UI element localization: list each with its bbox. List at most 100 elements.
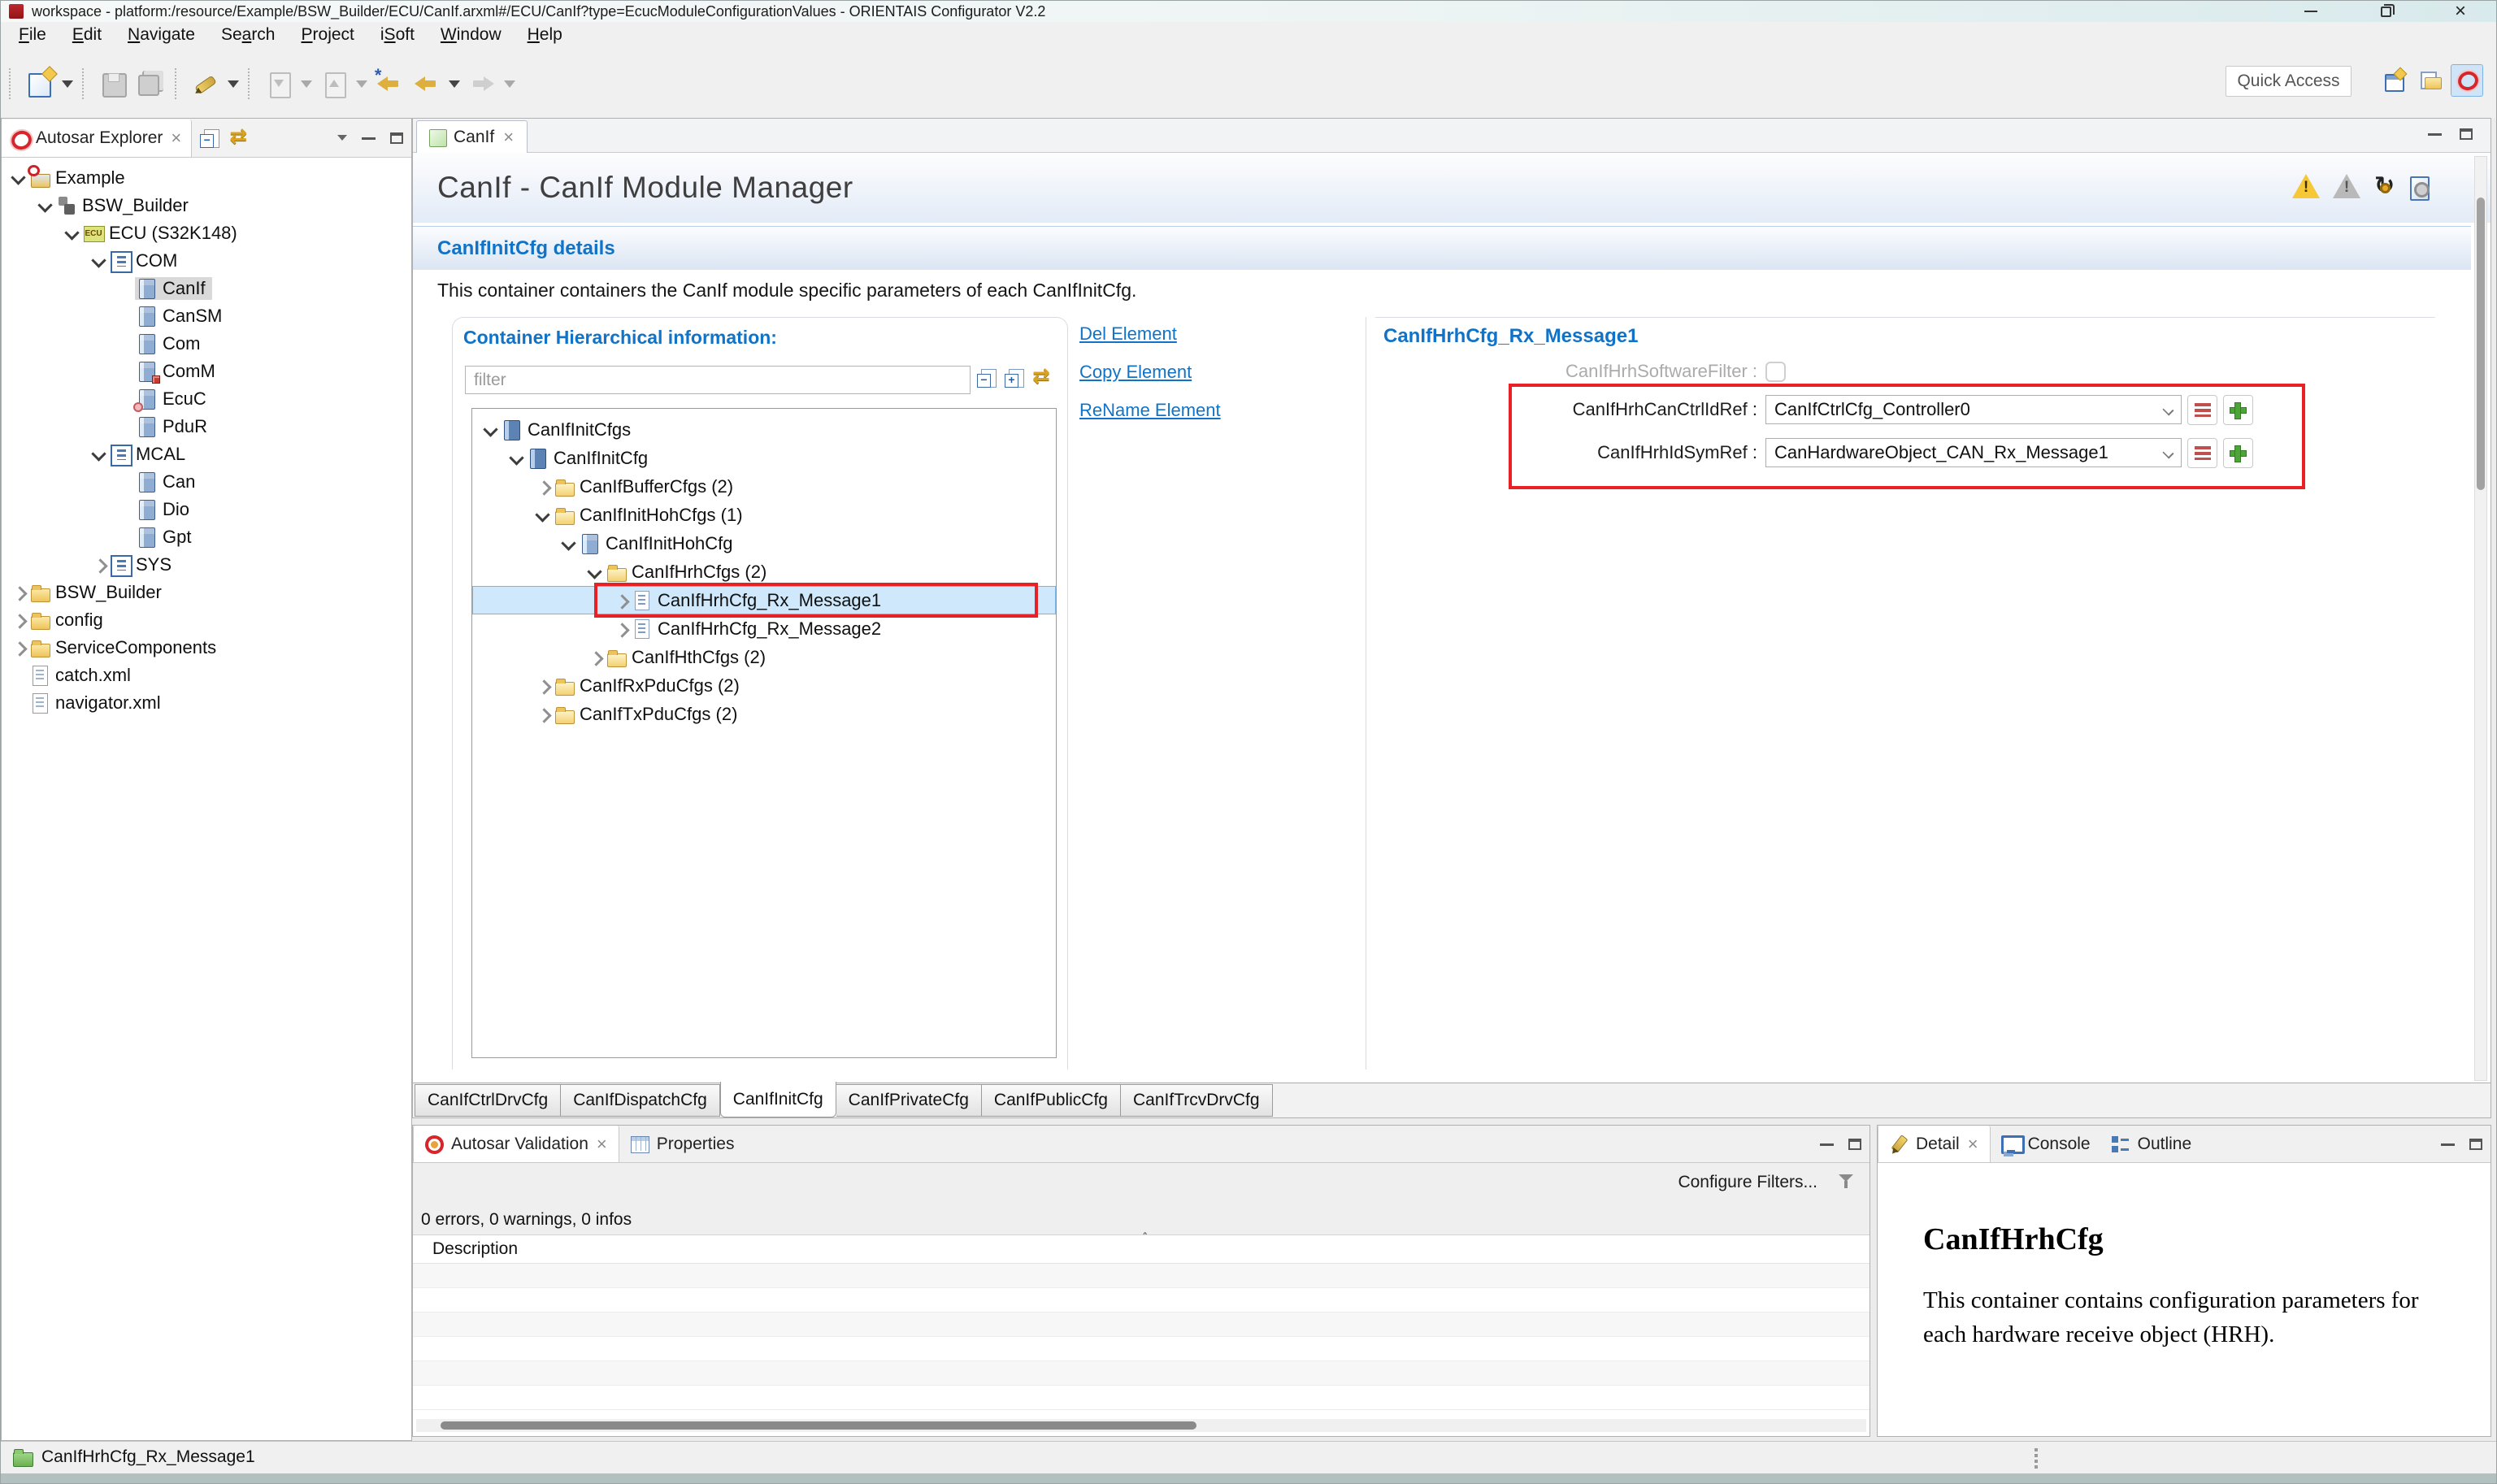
highlighter-dropdown[interactable] bbox=[227, 67, 240, 100]
expander-open-icon[interactable] bbox=[584, 562, 604, 582]
minimize-view-icon[interactable] bbox=[2441, 1143, 2455, 1146]
expander-closed-icon[interactable] bbox=[610, 591, 630, 610]
tree-item[interactable]: config bbox=[2, 606, 411, 634]
page-tab-canifpubliccfg[interactable]: CanIfPublicCfg bbox=[982, 1084, 1121, 1117]
forward-button[interactable] bbox=[466, 67, 498, 100]
tree-item[interactable]: SYS bbox=[2, 551, 411, 579]
editor-scrollbar[interactable] bbox=[2474, 156, 2487, 1081]
filter-icon[interactable] bbox=[1839, 1174, 1855, 1189]
reference-combobox[interactable]: CanHardwareObject_CAN_Rx_Message1 bbox=[1765, 438, 2182, 467]
tree-item[interactable]: PduR bbox=[2, 413, 411, 440]
tree-item[interactable]: navigator.xml bbox=[2, 689, 411, 717]
collapse-all-icon[interactable] bbox=[977, 367, 998, 388]
close-tab-icon[interactable]: × bbox=[595, 1134, 609, 1155]
horizontal-scrollbar[interactable] bbox=[416, 1419, 1866, 1432]
expander-closed-icon[interactable] bbox=[8, 610, 28, 630]
reference-combobox[interactable]: CanIfCtrlCfg_Controller0 bbox=[1765, 395, 2182, 424]
warning-gray-icon[interactable] bbox=[2333, 174, 2360, 198]
resource-perspective-button[interactable] bbox=[2415, 64, 2444, 97]
expander-open-icon[interactable] bbox=[480, 420, 500, 440]
doc-settings-icon[interactable] bbox=[2408, 176, 2429, 197]
menu-item-help[interactable]: Help bbox=[515, 22, 575, 48]
generate-button[interactable] bbox=[318, 67, 350, 100]
tree-item[interactable]: EcuC bbox=[2, 385, 411, 413]
menu-item-window[interactable]: Window bbox=[428, 22, 515, 48]
expand-all-icon[interactable] bbox=[1005, 367, 1026, 388]
forward-dropdown[interactable] bbox=[503, 67, 516, 100]
maximize-view-icon[interactable] bbox=[390, 132, 403, 144]
expander-closed-icon[interactable] bbox=[584, 648, 604, 667]
add-button[interactable] bbox=[2223, 438, 2253, 468]
back-dropdown[interactable] bbox=[448, 67, 461, 100]
tree-item[interactable]: CanIfHrhCfg_Rx_Message2 bbox=[472, 614, 1056, 643]
menu-item-isoft[interactable]: iSoft bbox=[367, 22, 428, 48]
action-link[interactable]: Del Element bbox=[1079, 323, 1221, 345]
tree-item[interactable]: Gpt bbox=[2, 523, 411, 551]
validate-button[interactable] bbox=[263, 67, 295, 100]
minimize-view-icon[interactable] bbox=[1820, 1143, 1834, 1146]
close-tab-icon[interactable]: × bbox=[169, 128, 183, 149]
scrollbar-thumb[interactable] bbox=[2477, 197, 2485, 490]
tree-item[interactable]: ComM bbox=[2, 358, 411, 385]
new-wizard-button[interactable] bbox=[24, 67, 56, 100]
expander-open-icon[interactable] bbox=[62, 223, 81, 243]
tree-item[interactable]: CanIfInitCfg bbox=[472, 444, 1056, 472]
expander-open-icon[interactable] bbox=[8, 168, 28, 188]
minimize-view-icon[interactable] bbox=[2428, 133, 2442, 136]
close-button[interactable]: × bbox=[2423, 1, 2497, 22]
tab-autosar-validation[interactable]: Autosar Validation × bbox=[413, 1126, 619, 1162]
tree-item[interactable]: Dio bbox=[2, 496, 411, 523]
browse-list-button[interactable] bbox=[2187, 395, 2217, 425]
tree-item[interactable]: CanIfHrhCfgs (2) bbox=[472, 558, 1056, 586]
menu-item-navigate[interactable]: Navigate bbox=[115, 22, 208, 48]
tab-properties[interactable]: Properties bbox=[619, 1126, 745, 1162]
restore-button[interactable] bbox=[2348, 1, 2423, 22]
statusbar-drag-handle[interactable] bbox=[2035, 1448, 2038, 1451]
expander-closed-icon[interactable] bbox=[610, 619, 630, 639]
tree-item[interactable]: Can bbox=[2, 468, 411, 496]
tree-item[interactable]: COM bbox=[2, 247, 411, 275]
menu-item-project[interactable]: Project bbox=[289, 22, 367, 48]
save-button[interactable] bbox=[97, 67, 129, 100]
close-tab-icon[interactable]: × bbox=[502, 127, 515, 148]
expander-open-icon[interactable] bbox=[89, 445, 108, 464]
maximize-view-icon[interactable] bbox=[1848, 1139, 1861, 1150]
tab-console[interactable]: Console bbox=[1991, 1126, 2100, 1162]
menu-item-edit[interactable]: Edit bbox=[59, 22, 115, 48]
tab-outline[interactable]: Outline bbox=[2100, 1126, 2202, 1162]
chevron-down-icon[interactable] bbox=[2162, 404, 2173, 415]
page-tab-canifdispatchcfg[interactable]: CanIfDispatchCfg bbox=[561, 1084, 720, 1117]
table-header-row[interactable]: Description bbox=[413, 1234, 1869, 1264]
expander-open-icon[interactable] bbox=[558, 534, 578, 553]
highlighter-button[interactable] bbox=[189, 67, 222, 100]
expander-open-icon[interactable] bbox=[89, 251, 108, 271]
add-button[interactable] bbox=[2223, 395, 2253, 425]
new-wizard-dropdown[interactable] bbox=[61, 67, 74, 100]
validate-dropdown[interactable] bbox=[300, 67, 313, 100]
back-button[interactable] bbox=[410, 67, 443, 100]
back-history-button[interactable]: * bbox=[373, 67, 406, 100]
save-all-button[interactable] bbox=[134, 67, 167, 100]
menu-item-search[interactable]: Search bbox=[208, 22, 289, 48]
tree-item[interactable]: BSW_Builder bbox=[2, 192, 411, 219]
filter-input[interactable] bbox=[465, 366, 971, 394]
orientais-perspective-button[interactable] bbox=[2451, 64, 2483, 97]
software-filter-checkbox[interactable] bbox=[1765, 362, 1786, 382]
link-with-editor-icon[interactable] bbox=[229, 128, 250, 149]
expander-closed-icon[interactable] bbox=[532, 705, 552, 724]
tree-item[interactable]: CanIfInitCfgs bbox=[472, 415, 1056, 444]
expander-closed-icon[interactable] bbox=[8, 583, 28, 602]
close-tab-icon[interactable]: × bbox=[1966, 1134, 1980, 1155]
minimize-button[interactable] bbox=[2273, 1, 2348, 22]
expander-closed-icon[interactable] bbox=[8, 638, 28, 657]
page-tab-canifinitcfg[interactable]: CanIfInitCfg bbox=[720, 1082, 836, 1117]
tree-item[interactable]: Com bbox=[2, 330, 411, 358]
quick-access-button[interactable]: Quick Access bbox=[2226, 66, 2352, 97]
tree-item[interactable]: CanIfBufferCfgs (2) bbox=[472, 472, 1056, 501]
tree-item[interactable]: CanSM bbox=[2, 302, 411, 330]
tree-item[interactable]: CanIf bbox=[2, 275, 411, 302]
tree-item[interactable]: ServiceComponents bbox=[2, 634, 411, 662]
tree-item[interactable]: CanIfRxPduCfgs (2) bbox=[472, 671, 1056, 700]
tree-item[interactable]: CanIfInitHohCfg bbox=[472, 529, 1056, 558]
expander-closed-icon[interactable] bbox=[532, 676, 552, 696]
